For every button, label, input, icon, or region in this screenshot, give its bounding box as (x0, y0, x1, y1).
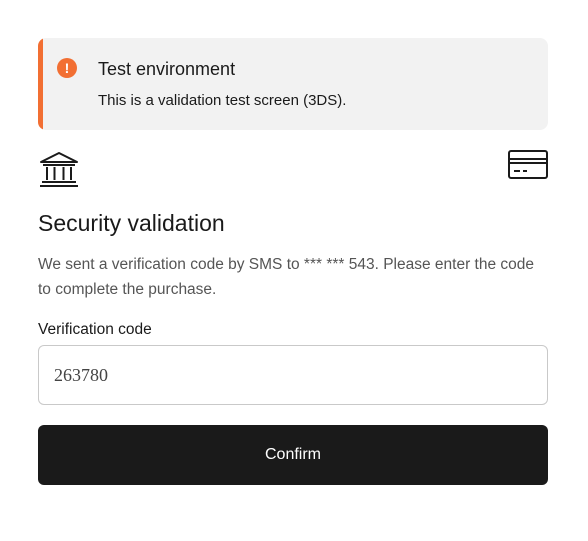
test-environment-alert: ! Test environment This is a validation … (38, 38, 548, 130)
bank-icon (40, 152, 78, 187)
alert-accent-bar (38, 38, 43, 130)
alert-message: This is a validation test screen (3DS). (98, 92, 347, 109)
verification-code-label: Verification code (38, 321, 152, 338)
credit-card-icon (508, 150, 548, 179)
page-title: Security validation (38, 210, 225, 236)
verification-code-input[interactable] (38, 345, 548, 405)
warning-icon: ! (57, 58, 77, 78)
confirm-button[interactable]: Confirm (38, 425, 548, 485)
instruction-text: We sent a verification code by SMS to **… (38, 256, 534, 298)
alert-title: Test environment (98, 59, 236, 79)
